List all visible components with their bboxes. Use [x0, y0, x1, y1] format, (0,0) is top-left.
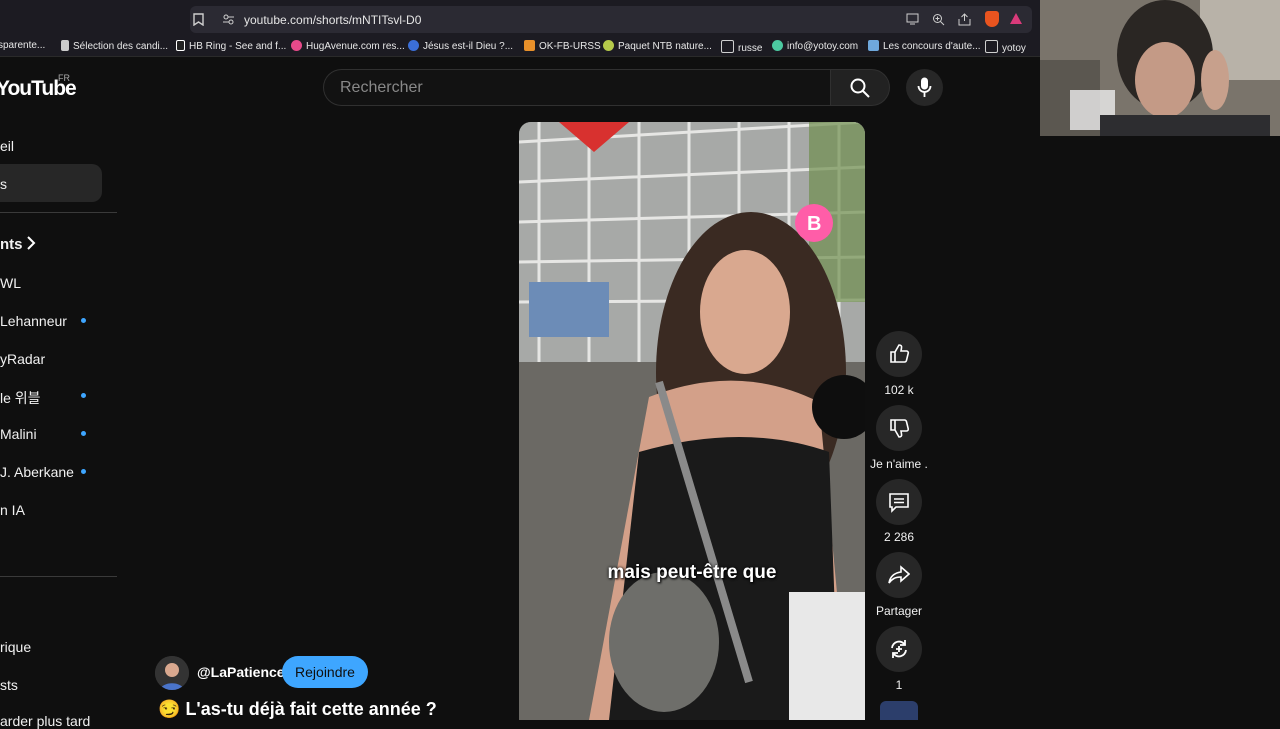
url-text[interactable]: youtube.com/shorts/mNTITsvl-D0: [244, 13, 421, 27]
sidebar-item-channel[interactable]: Lehanneur: [0, 313, 67, 329]
sidebar-section-subscriptions[interactable]: nts: [0, 236, 23, 253]
dislike-label: Je n'aime .: [870, 457, 928, 471]
bookmark-item[interactable]: Les concours d'aute...: [868, 40, 981, 52]
cast-icon[interactable]: [906, 13, 919, 27]
bookmark-item[interactable]: HugAvenue.com res...: [291, 40, 405, 52]
bookmark-item[interactable]: info@yotoy.com: [772, 40, 858, 52]
new-content-dot: [81, 318, 86, 323]
search-button[interactable]: [830, 69, 890, 106]
thumbs-up-icon: [890, 344, 910, 363]
new-content-dot: [81, 469, 86, 474]
remix-button[interactable]: [876, 626, 922, 672]
brave-rewards-icon[interactable]: [1009, 12, 1023, 30]
sidebar-item-channel[interactable]: yRadar: [0, 351, 45, 367]
video-caption: mais peut-être que: [607, 562, 777, 583]
bookmarks-bar: sparente... Sélection des candi... HB Ri…: [0, 38, 1040, 57]
dislike-button[interactable]: [876, 405, 922, 451]
like-count: 102 k: [884, 383, 914, 397]
search-icon: [850, 78, 870, 98]
share-icon: [888, 565, 910, 584]
short-video-player[interactable]: B: [519, 122, 865, 720]
search-box[interactable]: [323, 69, 830, 106]
video-title-text: L'as-tu déjà fait cette année ?: [185, 699, 437, 719]
chevron-right-icon: [26, 236, 36, 255]
sidebar-item-channel[interactable]: n IA: [0, 502, 25, 518]
bookmark-item[interactable]: sparente...: [0, 40, 45, 51]
sidebar-item-channel[interactable]: le 위블: [0, 388, 41, 408]
sidebar-item-channel[interactable]: J. Aberkane: [0, 464, 74, 480]
comment-icon: [889, 493, 909, 513]
sidebar-item-channel[interactable]: WL: [0, 275, 21, 291]
video-frame: B: [519, 122, 865, 720]
brave-shield-icon[interactable]: [985, 11, 999, 27]
sidebar-item-shorts[interactable]: s: [0, 176, 7, 192]
remix-icon: [891, 640, 907, 658]
microphone-icon: [917, 77, 932, 97]
webcam-overlay: [1040, 0, 1280, 136]
video-title: 😏 L'as-tu déjà fait cette année ?: [158, 699, 437, 720]
sidebar-item-channel[interactable]: Malini: [0, 426, 37, 442]
voice-search-button[interactable]: [906, 69, 943, 106]
smirk-emoji-icon: 😏: [158, 699, 181, 719]
site-info-icon[interactable]: [222, 13, 235, 28]
sidebar-item-playlists[interactable]: sts: [0, 677, 18, 693]
new-content-dot: [81, 431, 86, 436]
comments-button[interactable]: [876, 479, 922, 525]
comment-count: 2 286: [883, 530, 915, 544]
bookmark-item[interactable]: Paquet NTB nature...: [603, 40, 712, 52]
share-button[interactable]: [876, 552, 922, 598]
sidebar-active-highlight: [0, 164, 102, 202]
new-content-dot: [81, 393, 86, 398]
channel-avatar[interactable]: [155, 656, 189, 690]
bookmark-item[interactable]: HB Ring - See and f...: [176, 40, 286, 52]
bookmark-item[interactable]: Sélection des candi...: [61, 40, 168, 52]
share-label: Partager: [875, 604, 923, 618]
sound-thumbnail[interactable]: [880, 701, 918, 720]
join-button[interactable]: Rejoindre: [282, 656, 368, 688]
search-input[interactable]: [338, 78, 812, 98]
sidebar-divider: [0, 576, 117, 577]
remix-count: 1: [895, 678, 903, 692]
zoom-icon[interactable]: [932, 13, 945, 28]
thumbs-down-icon: [890, 419, 910, 438]
bookmark-item[interactable]: OK-FB-URSS: [524, 40, 601, 52]
bookmark-folder[interactable]: russe: [721, 40, 762, 54]
bookmark-item[interactable]: Jésus est-il Dieu ?...: [408, 40, 513, 52]
sidebar-item-watch-later[interactable]: arder plus tard: [0, 713, 90, 729]
svg-text:B: B: [807, 213, 821, 235]
sidebar-item-home[interactable]: eil: [0, 138, 14, 154]
channel-name[interactable]: @LaPatience: [197, 664, 285, 680]
like-button[interactable]: [876, 331, 922, 377]
region-code: FR: [58, 73, 70, 83]
bookmark-icon[interactable]: [193, 13, 204, 28]
bookmark-folder[interactable]: yotoy: [985, 40, 1026, 54]
share-page-icon[interactable]: [958, 13, 971, 28]
sidebar-item-history[interactable]: rique: [0, 639, 31, 655]
sidebar-divider: [0, 212, 117, 213]
